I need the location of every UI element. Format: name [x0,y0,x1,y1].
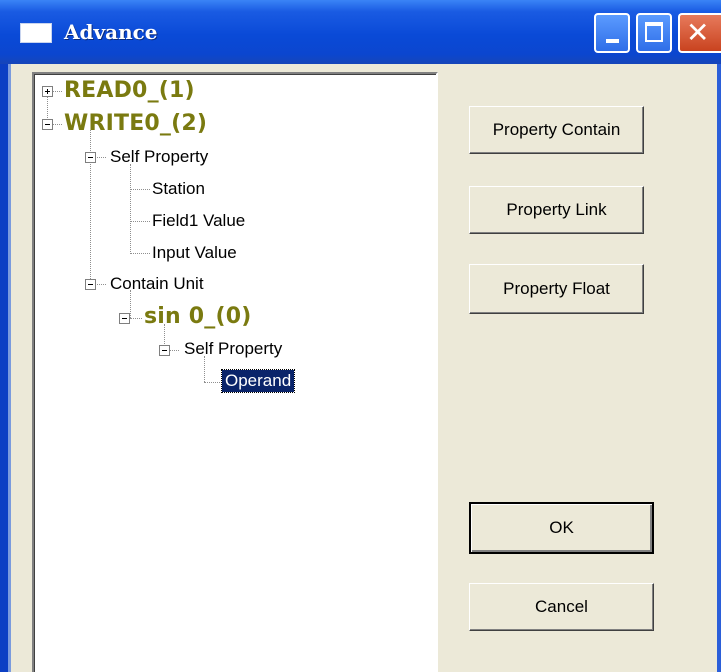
ok-label: OK [549,518,574,537]
tree-node-read0[interactable]: READ0_(1) [64,78,195,103]
tree-view[interactable]: READ0_(1) WRITE0_(2) Self Property Stati… [32,72,438,672]
minus-icon [45,124,50,125]
minus-icon [122,318,127,319]
tree-node-station[interactable]: Station [152,179,205,199]
minus-icon [88,284,93,285]
tree-line [130,318,142,319]
collapse-toggle[interactable] [85,152,96,163]
close-button[interactable]: ✕ [678,13,721,53]
minus-icon [88,157,93,158]
tree-line [130,290,131,318]
collapse-toggle[interactable] [159,345,170,356]
title-bar[interactable]: Advance ✕ [0,0,721,64]
window-frame-edge [8,60,11,672]
property-contain-label: Property Contain [492,120,621,139]
maximize-button[interactable] [636,13,672,53]
tree-node-self-property[interactable]: Self Property [110,147,208,167]
window-frame-right [717,60,721,672]
minus-icon [162,350,167,351]
collapse-toggle[interactable] [42,119,53,130]
tree-line [169,350,179,351]
property-float-button[interactable]: Property Float [469,264,644,314]
maximize-icon [645,22,663,42]
collapse-toggle[interactable] [85,279,96,290]
app-window-icon [20,23,52,43]
tree-line [52,124,62,125]
tree-node-sin0[interactable]: sin 0_(0) [144,304,251,329]
tree-line [52,91,62,92]
ok-button[interactable]: OK [469,502,654,554]
tree-line [130,221,150,222]
tree-line [204,356,205,382]
tree-node-sin-self-property[interactable]: Self Property [184,339,282,359]
expand-toggle[interactable] [42,86,53,97]
tree-line [90,162,91,285]
minimize-icon [606,39,619,43]
minimize-button[interactable] [594,13,630,53]
cancel-button[interactable]: Cancel [469,583,654,631]
tree-node-field1-value[interactable]: Field1 Value [152,211,245,231]
cancel-label: Cancel [535,597,588,616]
property-link-button[interactable]: Property Link [469,186,644,234]
property-link-label: Property Link [506,200,607,219]
property-float-label: Property Float [503,279,610,298]
close-icon: ✕ [686,16,710,49]
tree-line [130,253,150,254]
tree-line [130,189,150,190]
window-title: Advance [64,20,158,44]
tree-line [130,164,131,254]
tree-node-input-value[interactable]: Input Value [152,243,237,263]
tree-node-contain-unit[interactable]: Contain Unit [110,274,204,294]
tree-line [204,382,222,383]
tree-node-operand[interactable]: Operand [220,369,296,393]
property-contain-button[interactable]: Property Contain [469,106,644,154]
collapse-toggle[interactable] [119,313,130,324]
tree-node-write0[interactable]: WRITE0_(2) [64,111,207,136]
